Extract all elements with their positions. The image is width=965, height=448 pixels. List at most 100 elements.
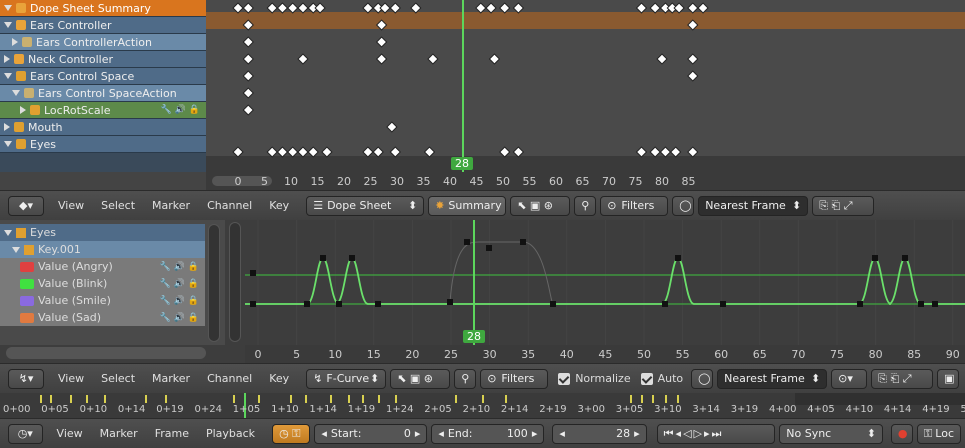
menu-view[interactable]: View [58,199,84,212]
keyframe-diamond[interactable] [423,146,436,158]
timecode-ruler[interactable]: 0+00 0+05 0+10 0+14 0+19 0+24 1+05 1+10 1+14 1+19… [0,404,965,418]
keyframe-diamond[interactable] [475,2,487,14]
expand-closed-icon[interactable] [4,55,10,63]
graph-channel-row[interactable]: Value (Angry) 🔧 🔊 🔒 [0,258,205,275]
keyframe-diamond[interactable] [410,2,422,14]
expand-closed-icon[interactable] [20,106,26,114]
keyframe-diamond[interactable] [687,70,699,82]
keyframe-diamond[interactable] [670,146,682,158]
keyframe-diamond[interactable] [687,2,699,14]
graph-channel-row[interactable]: Value (Blink) 🔧 🔊 🔒 [0,275,205,292]
keyframe-diamond[interactable] [375,53,388,65]
keyframe-diamond[interactable] [635,146,648,158]
keyframe-diamond[interactable] [242,36,254,48]
channel-row[interactable]: Neck Controller [0,51,206,68]
expand-open-icon[interactable] [4,141,12,147]
graph-channel-row[interactable]: Eyes [0,224,205,241]
eye-icon[interactable] [20,278,34,289]
menu-channel[interactable]: Channel [207,199,252,212]
channel-row[interactable]: Eyes [0,136,206,153]
menu-select[interactable]: Select [101,199,135,212]
channel-row[interactable]: Ears Controller [0,17,206,34]
keyframe-diamond[interactable] [276,2,289,14]
keyframe-diamond[interactable] [242,19,254,31]
graph-snap-select[interactable]: Nearest Frame ⬍ [717,368,828,389]
keyframe-diamond[interactable] [379,2,391,14]
menu-frame[interactable]: Frame [155,427,189,440]
editor-type-button[interactable]: ↯▾ [8,368,44,389]
channel-tools-icon[interactable]: 🔧 🔊 🔒 [160,296,199,306]
menu-channel[interactable]: Channel [207,372,252,385]
editor-type-button[interactable]: ◷▾ [8,423,43,444]
keyframe-diamond[interactable] [362,146,374,158]
graph-search-button[interactable]: ⚲ [454,368,477,389]
expand-open-icon[interactable] [12,90,20,96]
keyframe-diamond[interactable] [232,146,244,158]
keyframe-diamond[interactable] [372,146,384,158]
expand-open-icon[interactable] [4,5,12,11]
record-button[interactable]: ● [890,423,913,444]
keyframe-diamond[interactable] [649,2,661,14]
channel-tools-icon[interactable]: 🔧 🔊 🔒 [160,313,199,323]
keyframe-diamond[interactable] [488,53,501,65]
menu-view[interactable]: View [58,372,84,385]
keyframe-diamond[interactable] [687,146,699,158]
dopesheet-playhead[interactable] [462,0,464,172]
keyframe-diamond[interactable] [512,2,525,14]
graph-filters-button[interactable]: ⊙ Filters [480,368,549,389]
auto-checkbox[interactable]: Auto [640,372,683,385]
keyframe-diamond[interactable] [242,70,254,82]
keyframe-diamond[interactable] [649,146,661,158]
keyframe-diamond[interactable] [297,146,309,158]
keyframe-diamond[interactable] [266,146,278,158]
pivot-select[interactable]: ⊙▾ [831,368,868,389]
keyframe-diamond[interactable] [499,2,511,14]
channel-tools-icon[interactable]: 🔧 🔊 🔒 [160,262,199,272]
keyframe-diamond[interactable] [266,2,278,14]
filters-button[interactable]: ⊙ Filters [600,195,669,216]
menu-marker[interactable]: Marker [152,199,190,212]
channel-tools-icon[interactable]: 🔧 🔊 🔒 [161,105,200,115]
graph-channel-row[interactable]: Value (Sad) 🔧 🔊 🔒 [0,309,205,326]
keyframe-diamond[interactable] [242,87,254,99]
onion-toggle[interactable]: ◯ [672,195,695,216]
keyframe-diamond[interactable] [242,53,254,65]
keyframe-diamond[interactable] [314,2,326,14]
menu-marker[interactable]: Marker [100,427,138,440]
channel-row[interactable]: Ears ControllerAction [0,34,206,51]
expand-closed-icon[interactable] [12,38,18,46]
graph-view-scrollbar[interactable] [229,222,241,342]
channel-row[interactable]: LocRotScale 🔧 🔊 🔒 [0,102,206,119]
channel-row[interactable]: Ears Control SpaceAction [0,85,206,102]
expand-open-icon[interactable] [12,246,20,253]
keyframe-diamond[interactable] [485,2,497,14]
keyframe-diamond[interactable] [512,146,525,158]
fcurve-plot[interactable] [245,220,965,345]
keyframe-diamond[interactable] [297,53,309,65]
menu-key[interactable]: Key [269,199,289,212]
menu-key[interactable]: Key [269,372,289,385]
keyframe-diamond[interactable] [287,146,299,158]
eye-icon[interactable] [20,261,34,272]
channel-row[interactable]: Mouth [0,119,206,136]
keyframe-diamond[interactable] [386,121,398,133]
copy-paste-buttons[interactable]: ⎘ ⎗ ⤢ [812,195,875,216]
snap-select[interactable]: Nearest Frame ⬍ [698,195,809,216]
keyframe-diamond[interactable] [697,2,709,14]
channel-scrollbar[interactable] [208,224,220,342]
keyframe-diamond[interactable] [242,2,254,14]
summary-toggle[interactable]: ✸ Summary [428,195,507,216]
keyframe-diamond[interactable] [242,104,254,116]
menu-view[interactable]: View [57,427,83,440]
mode-select[interactable]: ☰ Dope Sheet ⬍ [306,195,425,216]
preview-range-toggle[interactable]: ◷ ⚿ [272,423,311,444]
menu-playback[interactable]: Playback [206,427,255,440]
channel-row[interactable]: Dope Sheet Summary [0,0,206,17]
editor-type-button[interactable]: ◆▾ [8,195,44,216]
keyframe-diamond[interactable] [687,19,699,31]
expand-open-icon[interactable] [4,73,12,79]
keyframe-diamond[interactable] [307,146,319,158]
keyframe-diamond[interactable] [427,53,439,65]
end-field[interactable]: ◂ End: 100 ▸ [431,423,545,444]
current-frame-field[interactable]: ◂ 28 ▸ [552,423,647,444]
